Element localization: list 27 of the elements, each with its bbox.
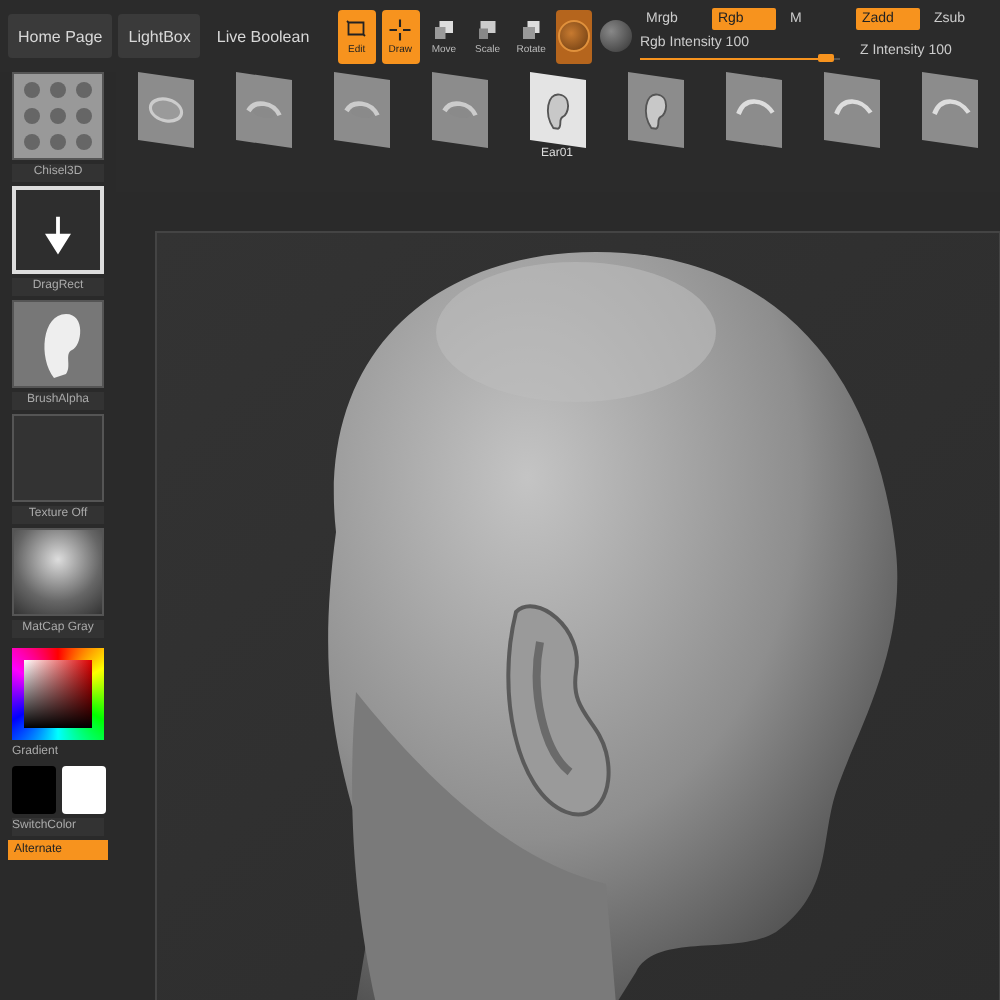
brush-thumbnail[interactable] bbox=[333, 72, 389, 148]
brush-thumbnail[interactable] bbox=[431, 72, 487, 148]
material-tile[interactable] bbox=[12, 528, 104, 616]
brush-thumbnail[interactable] bbox=[921, 72, 977, 148]
squares-icon bbox=[475, 17, 500, 41]
frame-icon bbox=[344, 17, 369, 41]
alpha-tile[interactable] bbox=[12, 300, 104, 388]
color-swatch[interactable] bbox=[61, 766, 105, 814]
menu-button[interactable]: Live Boolean bbox=[206, 14, 320, 58]
brush-thumbnail[interactable] bbox=[823, 72, 879, 148]
brush-thumbnail[interactable] bbox=[725, 72, 781, 148]
material-button[interactable] bbox=[555, 9, 592, 63]
brush-tile[interactable] bbox=[12, 72, 104, 160]
texture-tile[interactable] bbox=[12, 414, 104, 502]
slider-thumb[interactable] bbox=[817, 54, 834, 62]
brush-thumbnail[interactable] bbox=[137, 72, 193, 148]
squares-icon bbox=[519, 17, 544, 41]
color-swatch[interactable] bbox=[11, 766, 55, 814]
stroke-tile[interactable] bbox=[12, 186, 104, 274]
menu-button[interactable]: Home Page bbox=[8, 14, 113, 58]
menu-button[interactable]: LightBox bbox=[118, 14, 201, 58]
color-picker[interactable] bbox=[12, 648, 104, 740]
squares-icon bbox=[431, 17, 456, 41]
brush-thumbnail[interactable] bbox=[627, 72, 683, 148]
brush-thumbnail[interactable] bbox=[235, 72, 291, 148]
crosshair-icon bbox=[388, 17, 413, 41]
brush-thumbnail[interactable] bbox=[529, 72, 585, 148]
